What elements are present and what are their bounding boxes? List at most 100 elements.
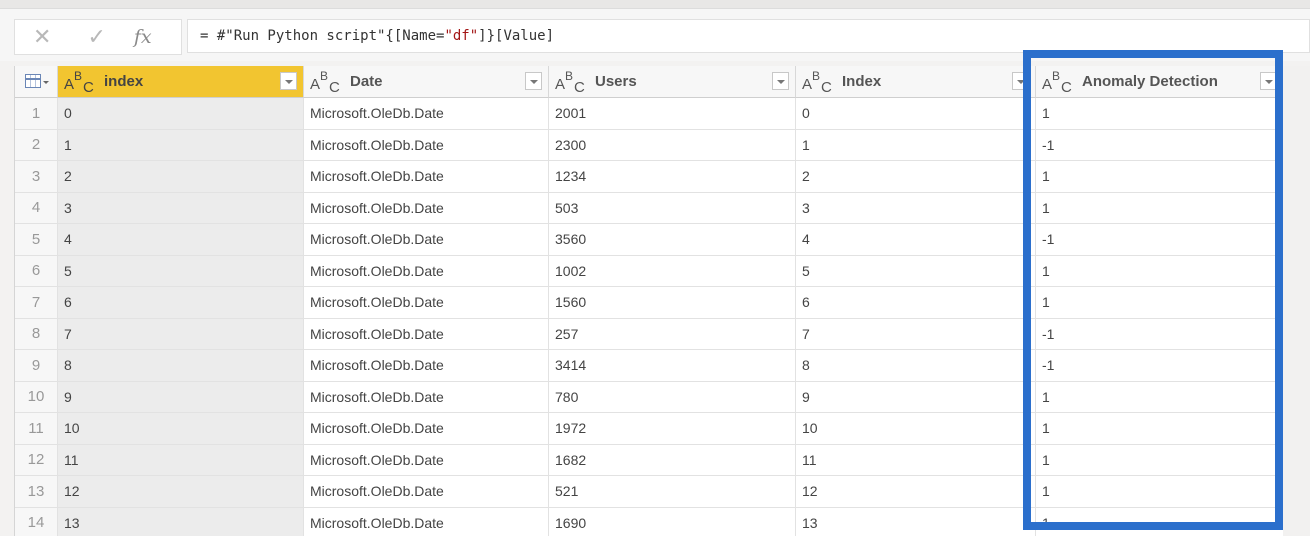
cell-index[interactable]: 9 <box>58 381 304 413</box>
cell-anomaly-detection[interactable]: -1 <box>1036 224 1284 256</box>
cell-index[interactable]: 2 <box>58 161 304 193</box>
cell-users[interactable]: 521 <box>549 476 796 508</box>
cell-users[interactable]: 2300 <box>549 129 796 161</box>
cell-users[interactable]: 503 <box>549 192 796 224</box>
cell-date[interactable]: Microsoft.OleDb.Date <box>304 350 549 382</box>
cell-index-2[interactable]: 1 <box>796 129 1036 161</box>
column-header-users[interactable]: A B C Users <box>549 66 796 98</box>
cell-users[interactable]: 1690 <box>549 507 796 536</box>
cell-anomaly-detection[interactable]: -1 <box>1036 350 1284 382</box>
row-number[interactable]: 1 <box>15 98 58 130</box>
row-number[interactable]: 14 <box>15 507 58 536</box>
cell-index-2[interactable]: 0 <box>796 98 1036 130</box>
cell-index-2[interactable]: 7 <box>796 318 1036 350</box>
row-number[interactable]: 8 <box>15 318 58 350</box>
cell-anomaly-detection[interactable]: 1 <box>1036 98 1284 130</box>
cell-index[interactable]: 0 <box>58 98 304 130</box>
cell-index[interactable]: 6 <box>58 287 304 319</box>
cell-date[interactable]: Microsoft.OleDb.Date <box>304 161 549 193</box>
cell-users[interactable]: 1560 <box>549 287 796 319</box>
cell-date[interactable]: Microsoft.OleDb.Date <box>304 507 549 536</box>
cell-anomaly-detection[interactable]: 1 <box>1036 381 1284 413</box>
cell-date[interactable]: Microsoft.OleDb.Date <box>304 192 549 224</box>
cell-anomaly-detection[interactable]: 1 <box>1036 413 1284 445</box>
row-number[interactable]: 3 <box>15 161 58 193</box>
filter-dropdown-icon[interactable] <box>1012 72 1029 90</box>
cell-index[interactable]: 12 <box>58 476 304 508</box>
cell-index-2[interactable]: 12 <box>796 476 1036 508</box>
row-number[interactable]: 6 <box>15 255 58 287</box>
cell-index[interactable]: 7 <box>58 318 304 350</box>
cell-index-2[interactable]: 8 <box>796 350 1036 382</box>
cell-index-2[interactable]: 10 <box>796 413 1036 445</box>
row-number[interactable]: 13 <box>15 476 58 508</box>
cell-date[interactable]: Microsoft.OleDb.Date <box>304 255 549 287</box>
cell-index[interactable]: 11 <box>58 444 304 476</box>
cell-date[interactable]: Microsoft.OleDb.Date <box>304 444 549 476</box>
row-number[interactable]: 4 <box>15 192 58 224</box>
cell-users[interactable]: 1234 <box>549 161 796 193</box>
cell-index[interactable]: 8 <box>58 350 304 382</box>
filter-dropdown-icon[interactable] <box>1260 72 1277 90</box>
check-icon[interactable]: ✓ <box>87 24 105 50</box>
close-icon[interactable]: ✕ <box>33 24 51 50</box>
text-type-icon[interactable]: ABC <box>1042 69 1080 96</box>
cell-users[interactable]: 1972 <box>549 413 796 445</box>
cell-index-2[interactable]: 5 <box>796 255 1036 287</box>
column-header-anomaly-detection[interactable]: A B C Anomaly Detection <box>1036 66 1284 98</box>
cell-anomaly-detection[interactable]: 1 <box>1036 161 1284 193</box>
cell-index-2[interactable]: 6 <box>796 287 1036 319</box>
cell-index[interactable]: 13 <box>58 507 304 536</box>
cell-date[interactable]: Microsoft.OleDb.Date <box>304 318 549 350</box>
cell-index[interactable]: 1 <box>58 129 304 161</box>
row-number[interactable]: 7 <box>15 287 58 319</box>
column-header-index[interactable]: A B Cindex <box>58 66 304 98</box>
row-number[interactable]: 10 <box>15 381 58 413</box>
cell-users[interactable]: 257 <box>549 318 796 350</box>
cell-anomaly-detection[interactable]: 1 <box>1036 444 1284 476</box>
row-number[interactable]: 9 <box>15 350 58 382</box>
cell-users[interactable]: 2001 <box>549 98 796 130</box>
cell-date[interactable]: Microsoft.OleDb.Date <box>304 476 549 508</box>
cell-users[interactable]: 1002 <box>549 255 796 287</box>
cell-anomaly-detection[interactable]: -1 <box>1036 318 1284 350</box>
cell-date[interactable]: Microsoft.OleDb.Date <box>304 129 549 161</box>
cell-anomaly-detection[interactable]: 1 <box>1036 507 1284 536</box>
cell-users[interactable]: 3560 <box>549 224 796 256</box>
column-header-date[interactable]: A B C Date <box>304 66 549 98</box>
cell-anomaly-detection[interactable]: -1 <box>1036 129 1284 161</box>
cell-users[interactable]: 780 <box>549 381 796 413</box>
cell-date[interactable]: Microsoft.OleDb.Date <box>304 381 549 413</box>
cell-anomaly-detection[interactable]: 1 <box>1036 476 1284 508</box>
text-type-icon[interactable]: ABC <box>802 69 840 96</box>
cell-index[interactable]: 5 <box>58 255 304 287</box>
filter-dropdown-icon[interactable] <box>280 72 297 90</box>
table-menu-button[interactable] <box>15 66 58 98</box>
cell-index[interactable]: 3 <box>58 192 304 224</box>
row-number[interactable]: 11 <box>15 413 58 445</box>
filter-dropdown-icon[interactable] <box>772 72 789 90</box>
text-type-icon[interactable]: ABC <box>555 69 593 96</box>
cell-index-2[interactable]: 3 <box>796 192 1036 224</box>
cell-index-2[interactable]: 13 <box>796 507 1036 536</box>
row-number[interactable]: 12 <box>15 444 58 476</box>
fx-icon[interactable]: fx <box>134 26 152 48</box>
cell-date[interactable]: Microsoft.OleDb.Date <box>304 287 549 319</box>
filter-dropdown-icon[interactable] <box>525 72 542 90</box>
cell-date[interactable]: Microsoft.OleDb.Date <box>304 98 549 130</box>
cell-date[interactable]: Microsoft.OleDb.Date <box>304 224 549 256</box>
cell-date[interactable]: Microsoft.OleDb.Date <box>304 413 549 445</box>
text-type-icon[interactable]: ABC <box>64 69 102 96</box>
column-header-index-2[interactable]: A B C Index <box>796 66 1036 98</box>
text-type-icon[interactable]: ABC <box>310 69 348 96</box>
cell-anomaly-detection[interactable]: 1 <box>1036 255 1284 287</box>
cell-index-2[interactable]: 11 <box>796 444 1036 476</box>
row-number[interactable]: 2 <box>15 129 58 161</box>
row-number[interactable]: 5 <box>15 224 58 256</box>
cell-index-2[interactable]: 4 <box>796 224 1036 256</box>
cell-index[interactable]: 4 <box>58 224 304 256</box>
cell-users[interactable]: 3414 <box>549 350 796 382</box>
cell-index-2[interactable]: 9 <box>796 381 1036 413</box>
cell-users[interactable]: 1682 <box>549 444 796 476</box>
formula-input[interactable]: = #"Run Python script"{[Name= "df"]}[Valu… <box>187 19 1310 53</box>
